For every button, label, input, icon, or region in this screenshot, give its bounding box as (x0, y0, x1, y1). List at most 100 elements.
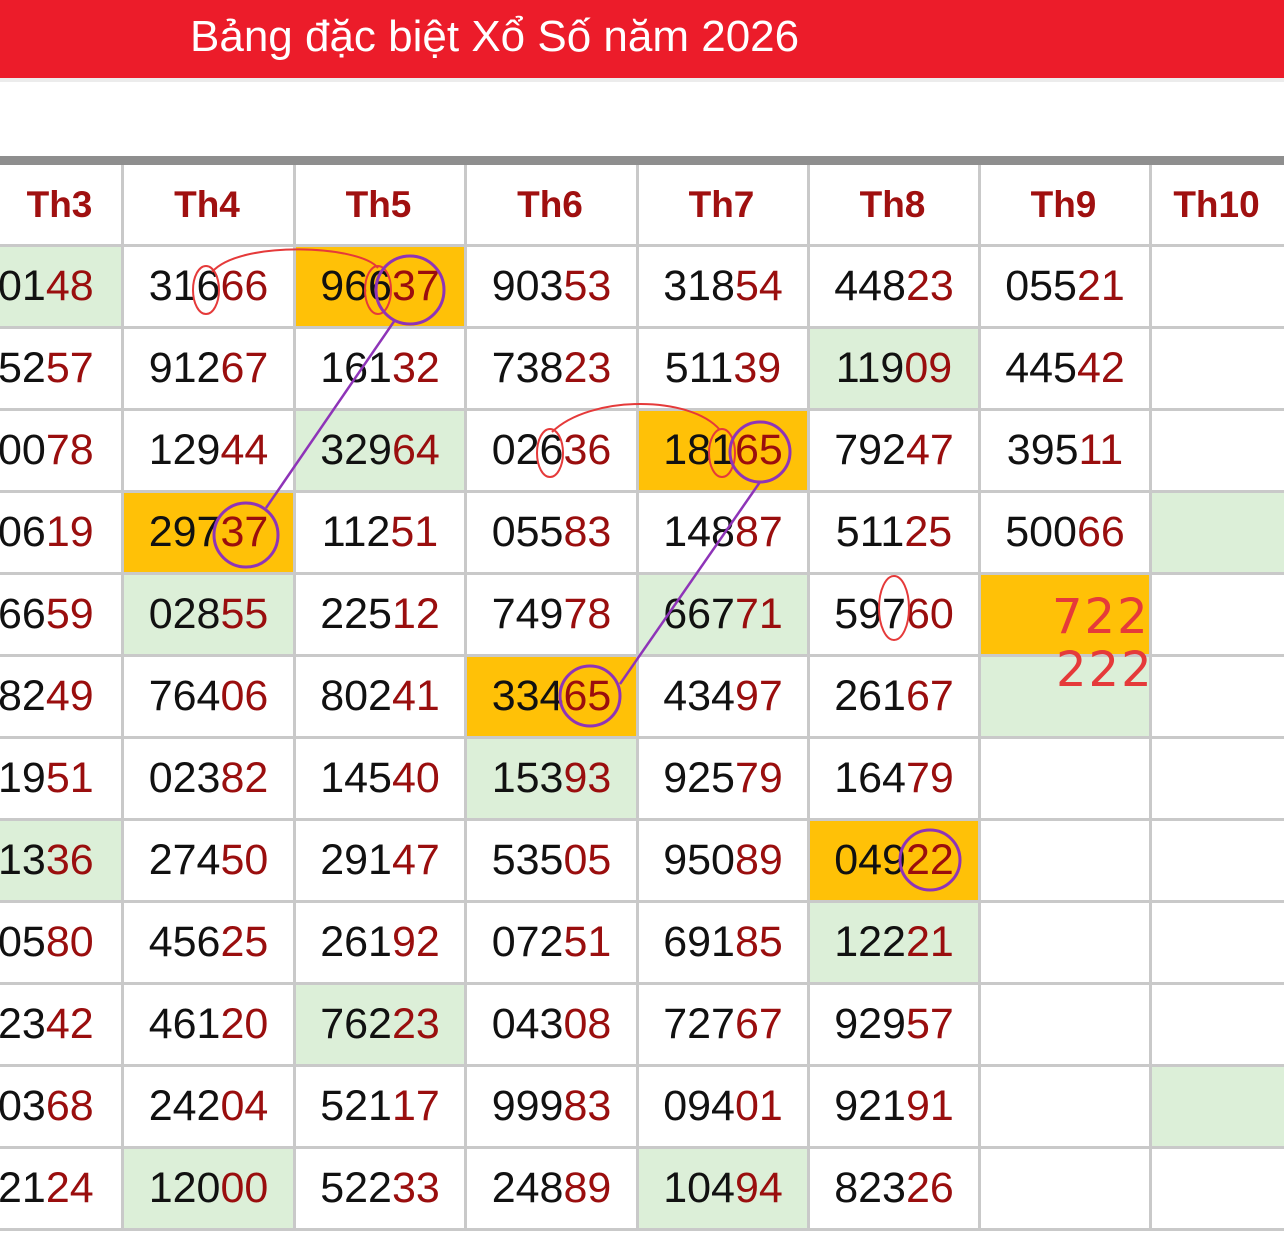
number-prefix: 181 (663, 426, 735, 474)
number-last-two-digits: 23 (391, 1000, 440, 1048)
row-divider (0, 982, 1284, 985)
number-last-two-digits: 64 (391, 426, 440, 474)
number-prefix: 291 (320, 836, 392, 884)
table-cell: 82 49 (0, 657, 121, 736)
table-cell: 145 40 (296, 739, 464, 818)
number-last-two-digits: 24 (45, 1164, 94, 1212)
table-cell: 925 79 (639, 739, 807, 818)
row-divider (0, 244, 1284, 247)
number-prefix: 21 (0, 1164, 46, 1212)
table-cell: 13 36 (0, 821, 121, 900)
number-prefix: 119 (835, 344, 905, 392)
number-prefix: 764 (148, 672, 221, 720)
number-prefix: 148 (663, 508, 735, 556)
number-prefix: 82 (0, 672, 46, 720)
table-cell (1152, 575, 1284, 654)
number-last-two-digits: 08 (563, 1000, 612, 1048)
table-cell: 764 06 (124, 657, 293, 736)
table-cell: 297 37 (124, 493, 293, 572)
number-last-two-digits: 37 (391, 262, 440, 310)
table-cell: 23 42 (0, 985, 121, 1064)
number-prefix: 500 (1005, 508, 1077, 556)
column-header-th5: Th5 (345, 184, 412, 225)
number-last-two-digits: 89 (563, 1164, 612, 1212)
column-header-th3: Th3 (26, 184, 93, 225)
table-cell: 122 21 (810, 903, 978, 982)
number-prefix: 13 (0, 836, 46, 884)
table-cell (1152, 985, 1284, 1064)
number-last-two-digits: 32 (391, 344, 440, 392)
number-prefix: 448 (834, 262, 906, 310)
table-cell: 072 51 (467, 903, 636, 982)
table-cell: 291 47 (296, 821, 464, 900)
number-last-two-digits: 42 (1076, 344, 1125, 392)
table-cell: 112 51 (296, 493, 464, 572)
number-last-two-digits: 93 (563, 754, 612, 802)
table-cell: 691 85 (639, 903, 807, 982)
number-prefix: 925 (663, 754, 735, 802)
number-last-two-digits: 00 (220, 1164, 269, 1212)
table-cell: 043 08 (467, 985, 636, 1064)
number-prefix: 929 (834, 1000, 906, 1048)
table-cell: 049 22 (810, 821, 978, 900)
table-cell: 511 25 (810, 493, 978, 572)
number-last-two-digits: 49 (45, 672, 94, 720)
number-last-two-digits: 80 (45, 918, 94, 966)
table-cell: 727 67 (639, 985, 807, 1064)
table-cell (1152, 411, 1284, 490)
number-prefix: 05 (0, 918, 46, 966)
column-divider (1149, 165, 1152, 1231)
table-cell: 52 57 (0, 329, 121, 408)
number-last-two-digits: 83 (563, 1082, 612, 1130)
row-divider (0, 818, 1284, 821)
number-last-two-digits: 09 (904, 344, 953, 392)
table-cell: 261 92 (296, 903, 464, 982)
number-last-two-digits: 57 (905, 1000, 954, 1048)
number-prefix: 395 (1006, 426, 1079, 474)
table-cell (1152, 247, 1284, 326)
table-cell (1152, 493, 1284, 572)
table-cell: 028 55 (124, 575, 293, 654)
number-prefix: 792 (834, 426, 906, 474)
number-prefix: 461 (148, 1000, 221, 1048)
table-cell: 094 01 (639, 1067, 807, 1146)
table-cell (1152, 903, 1284, 982)
table-cell: 395 11 (981, 411, 1149, 490)
table-cell (1152, 1149, 1284, 1228)
number-prefix: 023 (148, 754, 221, 802)
column-header-th8: Th8 (859, 184, 926, 225)
table-cell: 026 36 (467, 411, 636, 490)
number-last-two-digits: 48 (45, 262, 94, 310)
number-prefix: 049 (834, 836, 906, 884)
table-cell: 129 44 (124, 411, 293, 490)
number-prefix: 597 (834, 590, 906, 638)
number-last-two-digits: 54 (734, 262, 783, 310)
table-cell: 912 67 (124, 329, 293, 408)
number-last-two-digits: 67 (734, 1000, 783, 1048)
number-last-two-digits: 51 (45, 754, 94, 802)
number-prefix: 823 (834, 1164, 906, 1212)
row-divider (0, 654, 1284, 657)
number-last-two-digits: 94 (734, 1164, 783, 1212)
number-prefix: 112 (321, 508, 391, 556)
number-last-two-digits: 66 (220, 262, 269, 310)
header-divider (0, 78, 1284, 82)
table-cell: 966 37 (296, 247, 464, 326)
number-prefix: 164 (834, 754, 906, 802)
table-cell: 445 42 (981, 329, 1149, 408)
number-last-two-digits: 60 (905, 590, 954, 638)
number-last-two-digits: 67 (905, 672, 954, 720)
number-last-two-digits: 57 (45, 344, 94, 392)
column-header-th9: Th9 (1030, 184, 1097, 225)
number-prefix: 66 (0, 590, 46, 638)
column-divider (636, 165, 639, 1231)
row-divider (0, 490, 1284, 493)
number-last-two-digits: 26 (905, 1164, 954, 1212)
table-cell: 521 17 (296, 1067, 464, 1146)
number-last-two-digits: 37 (220, 508, 269, 556)
table-cell: 274 50 (124, 821, 293, 900)
table-cell: 181 65 (639, 411, 807, 490)
table-cell: 999 83 (467, 1067, 636, 1146)
number-last-two-digits: 19 (45, 508, 94, 556)
number-last-two-digits: 79 (734, 754, 783, 802)
